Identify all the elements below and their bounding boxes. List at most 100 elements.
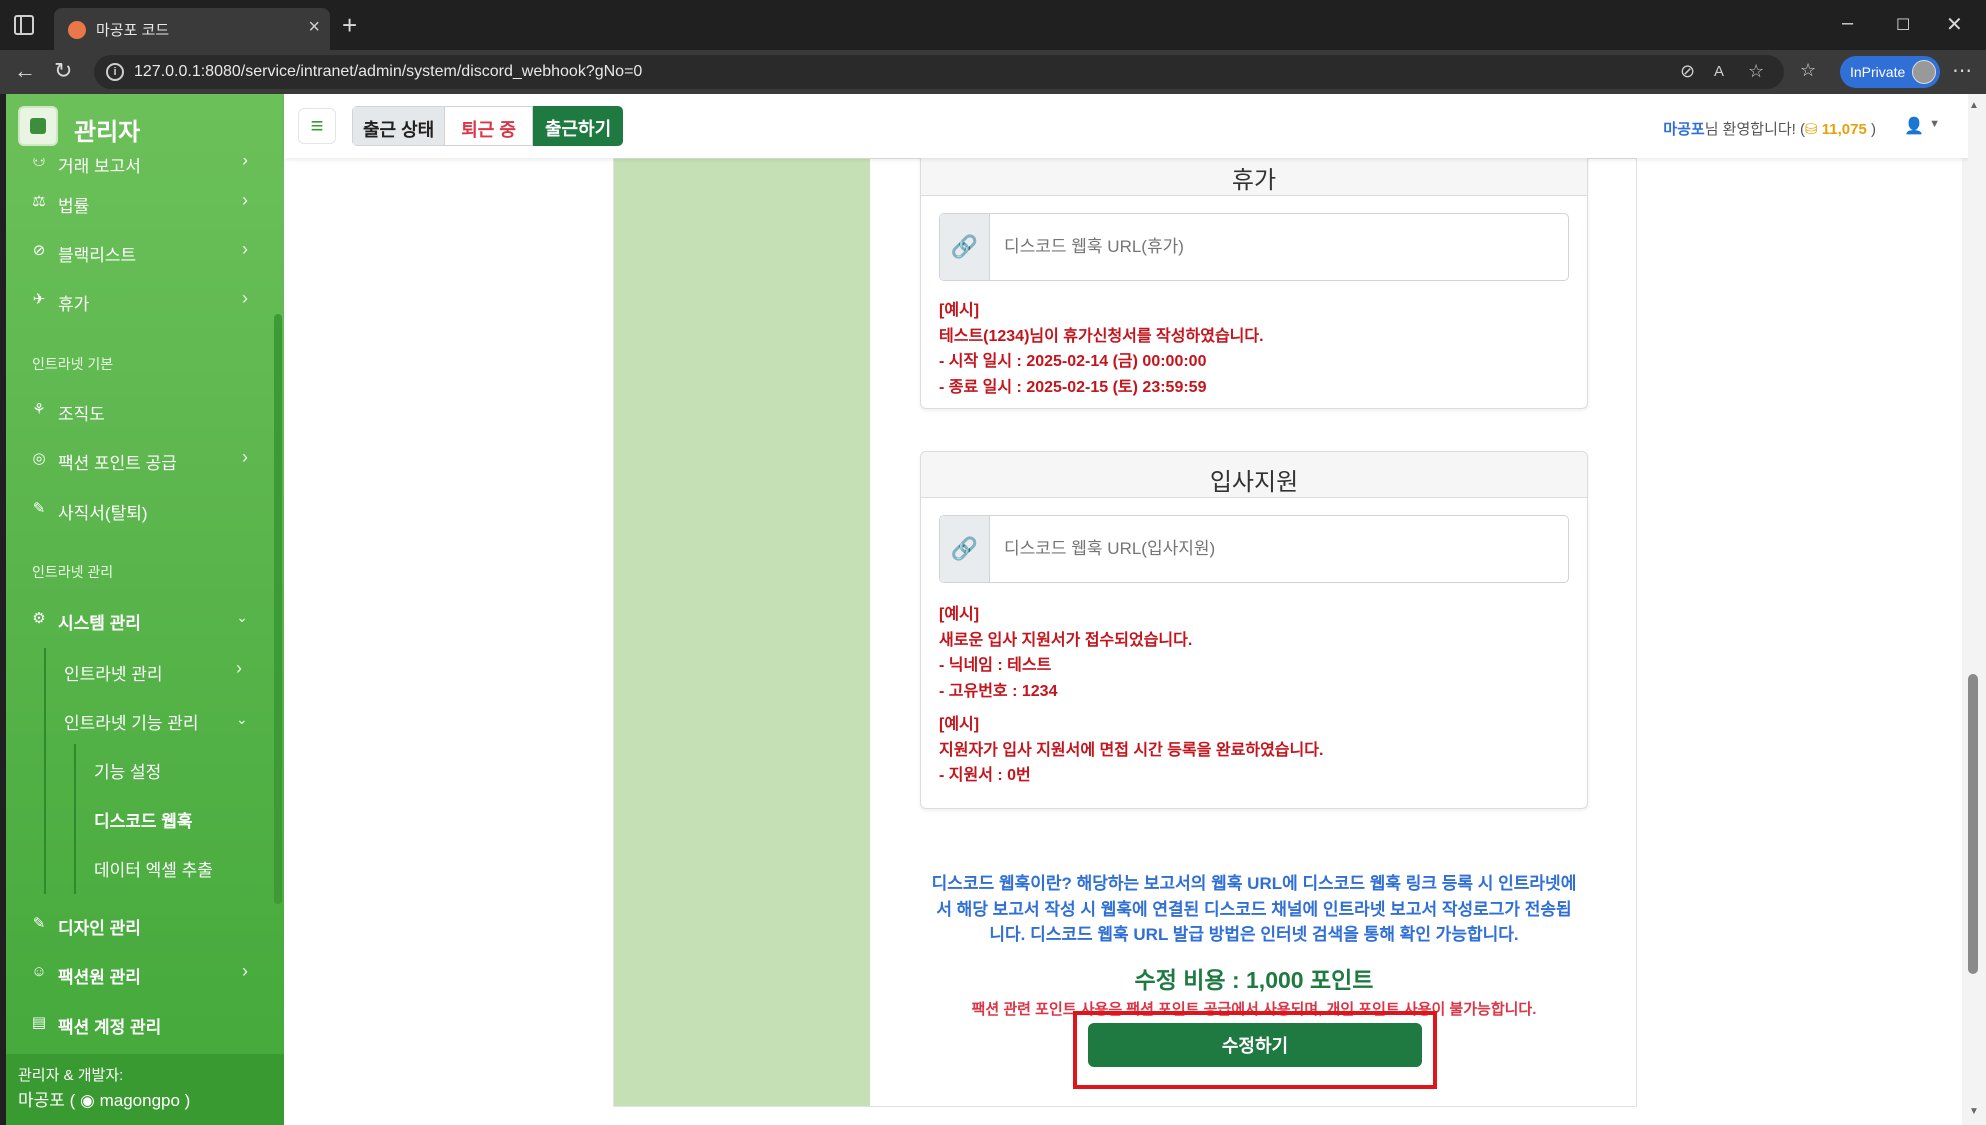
coin-icon: ⛁ (1805, 121, 1822, 138)
sidebar-item-label: 휴가 (58, 295, 90, 314)
scale-icon: ⚖ (32, 193, 46, 210)
example-line: 새로운 입사 지원서가 접수되었습니다. (939, 631, 1193, 649)
attendance-label: 출근 상태 (352, 106, 446, 146)
sidebar-item-faction-points[interactable]: ◎ 팩션 포인트 공급 › (6, 439, 284, 479)
site-info-icon[interactable]: i (106, 63, 124, 81)
sidebar-item-blacklist[interactable]: ⊘ 블랙리스트 › (6, 231, 284, 271)
browser-toolbar: ← ↻ i 127.0.0.1:8080/service/intranet/ad… (0, 50, 1986, 94)
submenu-line (44, 648, 46, 894)
example-line: - 고유번호 : 1234 (939, 682, 1058, 700)
sidebar-item-trade-report[interactable]: ⚇ 거래 보고서 › (6, 158, 284, 182)
logo-icon (18, 106, 58, 146)
sidebar-item-law[interactable]: ⚖ 법률 › (6, 182, 284, 222)
webhook-description: 디스코드 웹훅이란? 해당하는 보고서의 웹훅 URL에 디스코드 웹훅 링크 … (916, 871, 1592, 948)
welcome-message: 님 환영합니다! ( (1704, 121, 1806, 138)
sidebar-scrollbar[interactable] (274, 314, 282, 904)
sidebar-item-feature-admin[interactable]: 인트라넷 기능 관리 ⌄ (64, 709, 248, 734)
sidebar-item-org-chart[interactable]: ⚘ 조직도 (6, 390, 284, 430)
side-panel (614, 159, 870, 1106)
feather-icon: ✎ (32, 500, 46, 517)
sidebar-item-label: 팩션원 관리 (58, 968, 141, 987)
submit-button[interactable]: 수정하기 (1088, 1023, 1422, 1067)
sitemap-icon: ⚘ (32, 401, 46, 418)
ban-icon: ⊘ (32, 242, 46, 259)
tracking-icon[interactable]: ⊘ (1680, 61, 1695, 82)
sidebar-item-label: 인트라넷 관리 (64, 665, 163, 684)
example-line: 지원자가 입사 지원서에 면접 시간 등록을 완료하였습니다. (939, 741, 1324, 759)
chevron-right-icon: › (242, 447, 248, 467)
points-value: 11,075 (1821, 121, 1867, 138)
close-tab-icon[interactable]: × (308, 16, 320, 39)
sidebar-item-members[interactable]: ☺ 팩션원 관리 › (6, 953, 284, 993)
inprivate-button[interactable]: InPrivate (1840, 56, 1940, 88)
chevron-down-icon: ⌄ (236, 609, 248, 625)
sidebar-item-resignation[interactable]: ✎ 사직서(탈퇴) (6, 489, 284, 529)
sidebar-item-system[interactable]: ⚙ 시스템 관리 ⌄ (6, 599, 284, 639)
vacation-webhook-group: 🔗 (939, 213, 1569, 281)
credits-discord[interactable]: magongpo (100, 1091, 180, 1110)
apply-webhook-group: 🔗 (939, 515, 1569, 583)
brand[interactable]: 관리자 (6, 94, 284, 158)
check-in-button[interactable]: 출근하기 (532, 106, 624, 146)
example-line: - 닉네임 : 테스트 (939, 657, 1052, 674)
discord-icon: ◉ (80, 1091, 100, 1110)
more-menu-icon[interactable]: ⋯ (1952, 58, 1972, 83)
link-icon: 🔗 (940, 516, 990, 582)
caret-down-icon[interactable]: ▼ (1929, 118, 1940, 130)
sidebar-item-label: 인트라넷 기능 관리 (64, 714, 199, 733)
example-line: [예시] (939, 302, 980, 319)
sidebar-item-discord-webhook[interactable]: 디스코드 웹훅 (94, 807, 193, 832)
credits-paren: ) (179, 1091, 191, 1110)
address-bar[interactable]: i 127.0.0.1:8080/service/intranet/admin/… (94, 55, 1784, 89)
scroll-down-icon[interactable]: ▼ (1969, 1106, 1979, 1117)
browser-tab[interactable]: 마공포 코드 × (54, 8, 330, 50)
plane-icon: ✈ (32, 291, 46, 308)
favicon-icon (68, 21, 86, 39)
chevron-right-icon: › (242, 961, 248, 981)
favorite-star-icon[interactable]: ☆ (1748, 61, 1764, 82)
sidebar-item-vacation[interactable]: ✈ 휴가 › (6, 280, 284, 320)
avatar (1912, 60, 1936, 84)
description-line: 서 해당 보고서 작성 시 웹훅에 연결된 디스코드 채널에 인트라넷 보고서 … (936, 899, 1572, 919)
sidebar-item-label: 팩션 계정 관리 (58, 1018, 162, 1037)
sidebar-item-label: 법률 (58, 197, 90, 216)
new-tab-icon[interactable]: + (342, 10, 357, 41)
sidebar-item-design[interactable]: ✎ 디자인 관리 (6, 904, 284, 944)
handshake-icon: ⚇ (32, 158, 46, 170)
example-line: [예시] (939, 606, 980, 623)
chevron-right-icon: › (242, 158, 248, 170)
main-content: 휴가 🔗 [예시] 테스트(1234)님이 휴가신청서를 작성하였습니다. - … (284, 149, 1968, 1125)
example-line: 테스트(1234)님이 휴가신청서를 작성하였습니다. (939, 327, 1264, 345)
sidebar-item-excel-export[interactable]: 데이터 엑셀 추출 (94, 856, 213, 881)
read-aloud-icon[interactable]: A (1714, 63, 1724, 80)
sidebar-item-intranet-admin[interactable]: 인트라넷 관리 › (64, 658, 242, 685)
welcome-name: 마공포 (1663, 121, 1705, 138)
sidebar-item-feature-settings[interactable]: 기능 설정 (94, 758, 161, 783)
apply-webhook-input[interactable] (990, 516, 1568, 582)
minimize-icon[interactable]: – (1842, 12, 1853, 35)
page-scrollbar[interactable]: ▲ ▼ (1962, 94, 1986, 1125)
back-icon[interactable]: ← (14, 58, 36, 84)
maximize-icon[interactable]: ☐ (1896, 15, 1910, 35)
scrollbar-thumb[interactable] (1968, 674, 1978, 974)
chevron-right-icon: › (236, 658, 242, 678)
menu-toggle-icon[interactable]: ≡ (298, 108, 336, 144)
link-icon: 🔗 (940, 214, 990, 280)
description-line: 디스코드 웹훅이란? 해당하는 보고서의 웹훅 URL에 디스코드 웹훅 링크 … (931, 874, 1577, 893)
vacation-webhook-input[interactable] (990, 214, 1568, 280)
section-heading-admin: 인트라넷 관리 (32, 564, 114, 580)
submenu-line (74, 744, 76, 894)
refresh-icon[interactable]: ↻ (54, 58, 72, 84)
close-window-icon[interactable]: ✕ (1946, 12, 1963, 37)
welcome-end: ) (1866, 121, 1876, 138)
sidebar-item-label: 기능 설정 (94, 763, 162, 782)
tab-actions-icon[interactable] (14, 15, 34, 35)
sidebar-item-label: 조직도 (58, 405, 105, 424)
vacation-card: 휴가 🔗 [예시] 테스트(1234)님이 휴가신청서를 작성하였습니다. - … (920, 149, 1588, 409)
browser-titlebar: 마공포 코드 × + – ☐ ✕ (0, 0, 1986, 50)
favorites-icon[interactable]: ☆ (1800, 60, 1816, 81)
web-page: 관리자 ⚇ 거래 보고서 › ⚖ 법률 › ⊘ 블랙리스트 › ✈ 휴가 › 인… (6, 94, 1968, 1125)
user-icon[interactable]: 👤 (1904, 116, 1924, 136)
scroll-up-icon[interactable]: ▲ (1969, 100, 1979, 111)
sidebar-item-accounts[interactable]: ▤ 팩션 계정 관리 (6, 1003, 284, 1043)
